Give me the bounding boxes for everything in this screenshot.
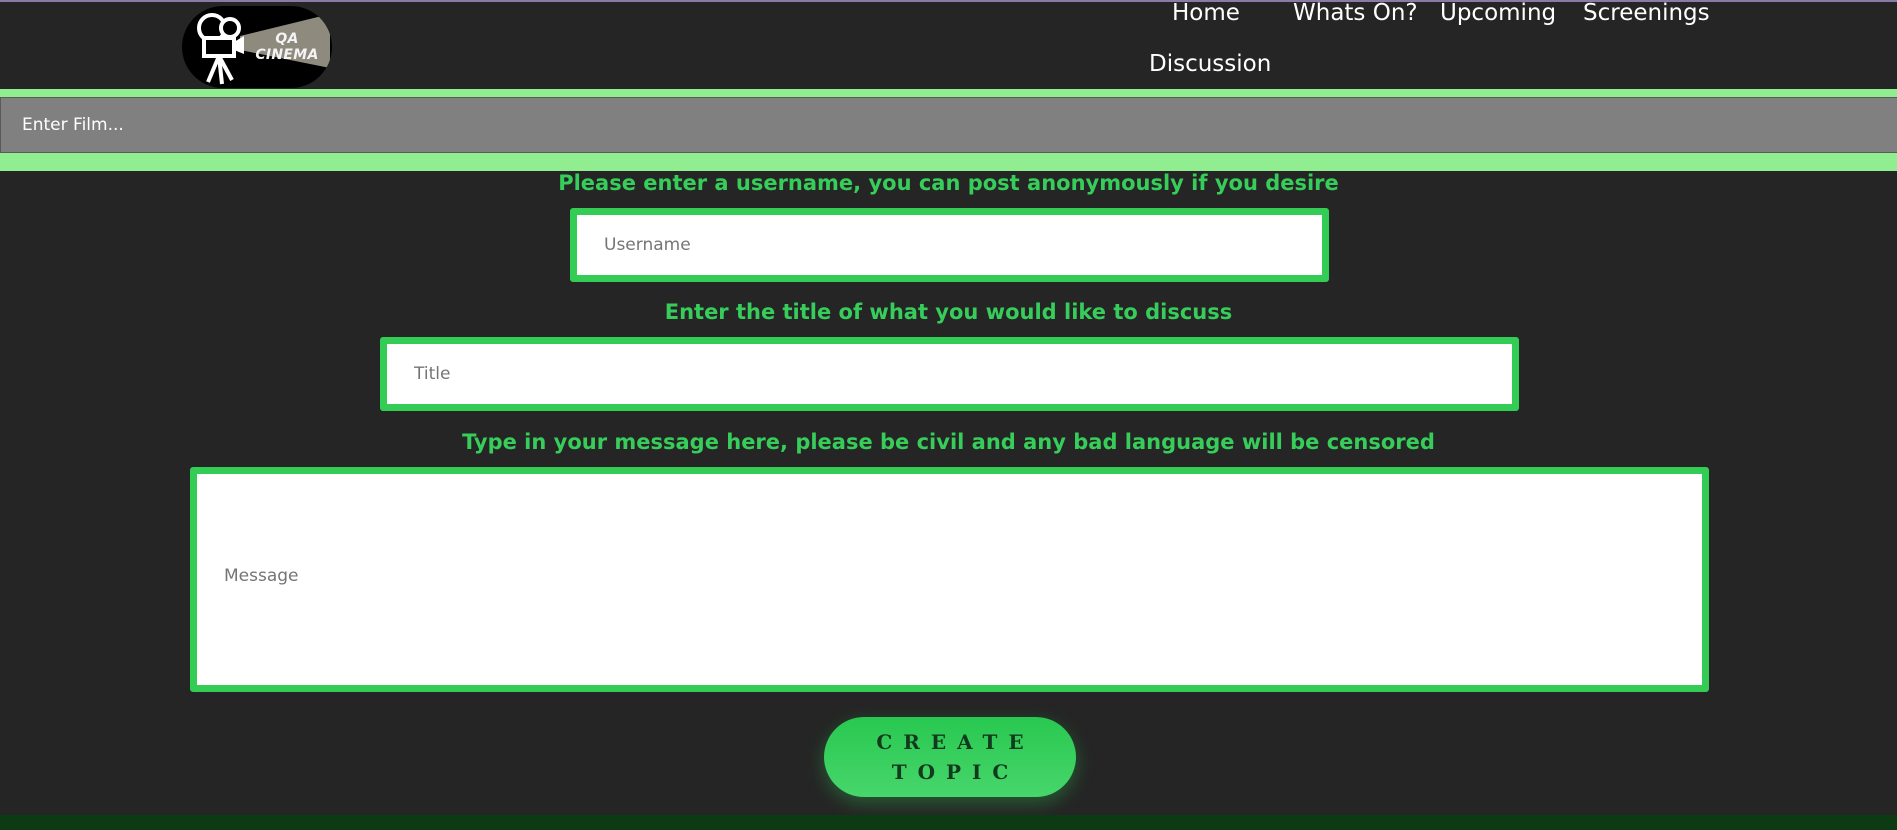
nav-discussion[interactable]: Discussion	[1149, 51, 1271, 77]
qa-cinema-logo[interactable]: QA CINEMA	[182, 6, 332, 88]
username-input[interactable]	[570, 208, 1329, 282]
message-label: Type in your message here, please be civ…	[462, 430, 1435, 454]
nav-whats-on[interactable]: Whats On?	[1293, 0, 1418, 26]
message-textarea[interactable]	[190, 467, 1709, 692]
create-topic-label-line2: TOPIC	[891, 760, 1020, 784]
nav-screenings[interactable]: Screenings	[1583, 0, 1710, 26]
create-topic-label-line1: CREATE	[876, 730, 1035, 754]
film-search-input[interactable]	[0, 97, 1897, 153]
title-input[interactable]	[380, 337, 1519, 411]
nav-upcoming[interactable]: Upcoming	[1440, 0, 1556, 26]
nav-home[interactable]: Home	[1172, 0, 1240, 26]
search-bar-area	[0, 89, 1897, 171]
footer-bar	[0, 815, 1897, 830]
username-label: Please enter a username, you can post an…	[558, 171, 1339, 195]
create-topic-button[interactable]: CREATE TOPIC	[824, 717, 1076, 797]
logo-text: QA CINEMA	[255, 31, 319, 63]
title-label: Enter the title of what you would like t…	[664, 300, 1233, 324]
page: QA CINEMA Home Whats On? Upcoming Screen…	[0, 0, 1897, 830]
site-header: QA CINEMA Home Whats On? Upcoming Screen…	[0, 0, 1897, 90]
